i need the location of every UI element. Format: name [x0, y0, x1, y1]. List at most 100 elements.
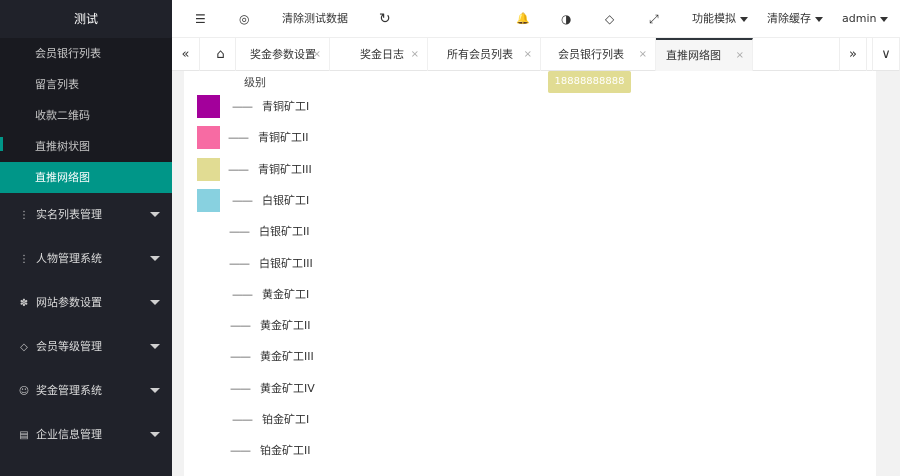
- sidebar-item-label: 直推树状图: [35, 140, 90, 153]
- sidebar-group-realname[interactable]: ⋮ 实名列表管理: [0, 193, 172, 237]
- legend-label: 黄金矿工II: [260, 319, 311, 333]
- legend-label: 铂金矿工II: [260, 444, 311, 458]
- bell-icon[interactable]: 🔔: [516, 0, 530, 38]
- legend-text: —— 白银矿工I: [232, 185, 309, 216]
- sidebar-group-bonus[interactable]: ☺ 奖金管理系统: [0, 369, 172, 413]
- legend-connector: ——: [229, 256, 250, 270]
- tag-icon[interactable]: ◇: [605, 0, 614, 38]
- document-icon: ▤: [19, 430, 29, 441]
- legend-item[interactable]: —— 黄金矿工II: [184, 310, 484, 341]
- legend-text: —— 铂金矿工II: [230, 435, 311, 466]
- sidebar-item-label: 直推网络图: [35, 171, 90, 184]
- legend-item[interactable]: —— 青铜矿工I: [184, 91, 484, 122]
- gear-icon: ✽: [19, 298, 29, 309]
- close-icon[interactable]: ×: [639, 38, 647, 71]
- legend-title: 级别: [244, 76, 266, 89]
- clear-test-data-button[interactable]: 清除测试数据: [282, 0, 348, 38]
- close-icon[interactable]: ×: [411, 38, 419, 71]
- tab-label: 奖金参数设置: [250, 48, 316, 61]
- legend-text: —— 铂金矿工I: [232, 404, 309, 435]
- caret-down-icon: [880, 16, 889, 22]
- network-chart-panel: 级别 18888888888 —— 青铜矿工I —— 青铜矿工II —— 青铜矿工III —…: [184, 71, 876, 476]
- legend-connector: ——: [228, 131, 249, 145]
- legend-connector: ——: [230, 350, 251, 364]
- menu-toggle-icon[interactable]: ☰: [195, 0, 206, 38]
- tab-member-bank-list[interactable]: 会员银行列表 ×: [548, 38, 656, 71]
- legend-item[interactable]: —— 白银矿工III: [184, 248, 484, 279]
- sidebar-item-member-bank-list[interactable]: 会员银行列表: [0, 38, 172, 69]
- legend-item[interactable]: —— 白银矿工II: [184, 216, 484, 247]
- sidebar-item-referral-network[interactable]: 直推网络图: [0, 162, 172, 193]
- tab-label: 奖金日志: [360, 48, 404, 61]
- legend-text: —— 青铜矿工I: [232, 91, 309, 122]
- legend-item[interactable]: —— 青铜矿工II: [184, 122, 484, 153]
- home-icon[interactable]: ⌂: [206, 38, 236, 71]
- legend-text: —— 白银矿工III: [229, 248, 313, 279]
- top-header: ☰ ◎ 清除测试数据 ↻ 🔔 ◑ ◇ ⤢ 功能模拟 清除缓存 admin: [172, 0, 900, 38]
- legend-label: 黄金矿工I: [262, 287, 310, 301]
- app-title: 测试: [0, 0, 172, 38]
- diamond-icon: ◇: [20, 342, 28, 353]
- sidebar-group-label: 实名列表管理: [36, 208, 102, 221]
- legend-label: 青铜矿工III: [258, 162, 312, 176]
- node-tooltip: 18888888888: [548, 71, 631, 93]
- tab-bonus-log[interactable]: 奖金日志 ×: [350, 38, 428, 71]
- tabs-bar: « ⌂ 奖金参数设置 × 奖金日志 × 所有会员列表 × 会员银行列表 × 直推网络图 ×…: [172, 38, 900, 71]
- legend-connector: ——: [229, 225, 250, 239]
- legend-text: —— 青铜矿工II: [228, 122, 309, 153]
- legend-text: —— 黄金矿工IV: [230, 373, 315, 404]
- tab-referral-network[interactable]: 直推网络图 ×: [656, 38, 753, 71]
- tab-label: 所有会员列表: [447, 48, 513, 61]
- legend-item[interactable]: —— 青铜矿工III: [184, 154, 484, 185]
- legend-connector: ——: [228, 162, 249, 176]
- legend-text: —— 白银矿工II: [229, 216, 310, 247]
- legend-swatch: [197, 188, 220, 212]
- legend-label: 黄金矿工III: [260, 350, 314, 364]
- sidebar-item-referral-tree[interactable]: 直推树状图: [0, 131, 172, 162]
- legend-label: 黄金矿工IV: [260, 381, 315, 395]
- username: admin: [842, 12, 877, 25]
- tabs-prev-icon[interactable]: «: [172, 38, 200, 71]
- tab-all-members[interactable]: 所有会员列表 ×: [437, 38, 541, 71]
- sidebar-item-message-list[interactable]: 留言列表: [0, 69, 172, 100]
- legend-item[interactable]: —— 黄金矿工I: [184, 279, 484, 310]
- legend-item[interactable]: —— 铂金矿工I: [184, 404, 484, 435]
- close-icon[interactable]: ×: [313, 38, 321, 71]
- scrollbar-track[interactable]: [876, 71, 900, 476]
- legend-connector: ——: [230, 444, 251, 458]
- sidebar-item-label: 留言列表: [35, 78, 79, 91]
- function-mode-label: 功能模拟: [692, 12, 736, 25]
- legend-label: 铂金矿工I: [262, 413, 310, 426]
- tabs-next-icon[interactable]: »: [839, 38, 867, 71]
- sidebar-group-label: 人物管理系统: [36, 252, 102, 265]
- sidebar-group-member-levels[interactable]: ◇ 会员等级管理: [0, 325, 172, 369]
- sidebar-group-label: 网站参数设置: [36, 296, 102, 309]
- sidebar-group-label: 会员等级管理: [36, 340, 102, 353]
- legend-item[interactable]: —— 白银矿工I: [184, 185, 484, 216]
- function-mode-dropdown[interactable]: 功能模拟: [692, 0, 748, 38]
- sidebar-group-company-info[interactable]: ▤ 企业信息管理: [0, 413, 172, 457]
- active-marker: [0, 137, 3, 151]
- sidebar-item-payment-qrcode[interactable]: 收款二维码: [0, 100, 172, 131]
- globe-icon[interactable]: ◎: [239, 0, 249, 38]
- legend-item[interactable]: —— 黄金矿工IV: [184, 373, 484, 404]
- sidebar-group-site-settings[interactable]: ✽ 网站参数设置: [0, 281, 172, 325]
- legend-label: 白银矿工III: [259, 256, 313, 270]
- legend-item[interactable]: —— 黄金矿工III: [184, 341, 484, 372]
- user-dropdown[interactable]: admin: [842, 0, 889, 38]
- legend-text: —— 黄金矿工II: [230, 310, 311, 341]
- tab-bonus-settings[interactable]: 奖金参数设置 ×: [240, 38, 330, 71]
- close-icon[interactable]: ×: [524, 38, 532, 71]
- legend-connector: ——: [232, 193, 253, 207]
- legend-connector: ——: [230, 319, 251, 333]
- close-icon[interactable]: ×: [736, 40, 744, 71]
- fullscreen-icon[interactable]: ⤢: [649, 0, 659, 38]
- sidebar-group-persons[interactable]: ⋮ 人物管理系统: [0, 237, 172, 281]
- legend-swatch: [197, 157, 220, 181]
- legend-item[interactable]: —— 铂金矿工II: [184, 435, 484, 466]
- tabs-more-icon[interactable]: ∨: [872, 38, 900, 71]
- clear-cache-label: 清除缓存: [767, 12, 811, 25]
- refresh-icon[interactable]: ↻: [379, 0, 391, 38]
- clear-cache-dropdown[interactable]: 清除缓存: [767, 0, 823, 38]
- theme-icon[interactable]: ◑: [561, 0, 571, 38]
